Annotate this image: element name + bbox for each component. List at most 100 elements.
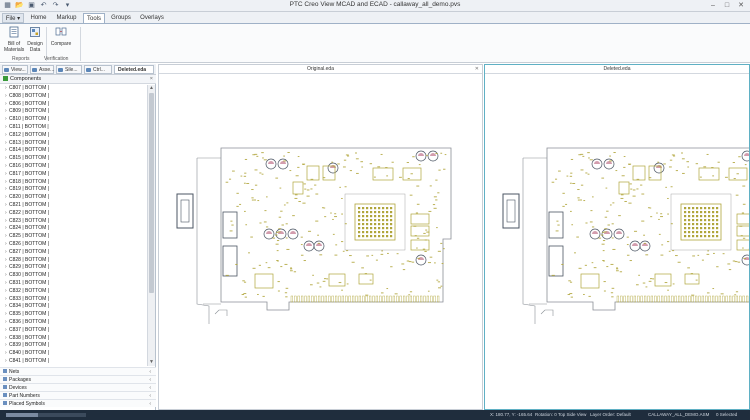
list-item[interactable]: › C819 | BOTTOM | <box>0 186 148 194</box>
panel-sections: Nets ‹ Packages ‹ Devices ‹ Part Numbers ‹ Place… <box>0 367 156 407</box>
list-item[interactable]: › C818 | BOTTOM | <box>0 179 148 187</box>
list-item[interactable]: › C822 | BOTTOM | <box>0 210 148 218</box>
status-view: Top Side View <box>558 412 587 417</box>
list-item[interactable]: › C840 | BOTTOM | <box>0 350 148 358</box>
pcb-drawing-original <box>176 147 452 324</box>
list-item-label: C816 | BOTTOM | <box>9 162 50 169</box>
expand-icon[interactable]: ‹ <box>149 400 151 408</box>
bill-of-materials-icon <box>9 26 19 38</box>
panel-toolbar: View... Asse... Sile... Ctrl... Deleted.… <box>0 64 156 75</box>
scroll-down-icon[interactable]: ▼ <box>148 359 155 366</box>
design-data-button[interactable]: Design Data <box>26 26 44 53</box>
viewport-title-text: Deleted.eda <box>603 66 631 72</box>
list-item[interactable]: › C814 | BOTTOM | <box>0 147 148 155</box>
compare-label: Compare <box>50 41 72 47</box>
tab-file[interactable]: File ▾ <box>2 13 24 23</box>
list-item[interactable]: › C806 | BOTTOM | <box>0 101 148 109</box>
panel-tab-assembly[interactable]: Asse... <box>30 65 54 74</box>
panel-section[interactable]: Placed Symbols ‹ <box>0 399 156 407</box>
list-item-label: C806 | BOTTOM | <box>9 100 50 107</box>
scroll-thumb[interactable] <box>149 93 154 293</box>
pcb-board <box>176 147 452 324</box>
compare-button[interactable]: Compare <box>49 26 73 47</box>
tab-overlays[interactable]: Overlays <box>137 13 167 23</box>
group-label-reports: Reports <box>12 56 30 62</box>
panel-section[interactable]: Nets ‹ <box>0 367 156 375</box>
bom-button[interactable]: Bill of Materials <box>4 26 24 53</box>
list-item[interactable]: › C823 | BOTTOM | <box>0 218 148 226</box>
components-header[interactable]: Components × <box>0 75 156 84</box>
list-item[interactable]: › C826 | BOTTOM | <box>0 241 148 249</box>
viewport-original[interactable]: Original.eda ✕ <box>158 64 483 410</box>
list-item[interactable]: › C808 | BOTTOM | <box>0 93 148 101</box>
list-item[interactable]: › C831 | BOTTOM | <box>0 280 148 288</box>
section-icon <box>3 401 7 405</box>
list-item-label: C819 | BOTTOM | <box>9 186 50 193</box>
collapse-icon[interactable]: × <box>150 75 153 84</box>
list-item-label: C824 | BOTTOM | <box>9 225 50 232</box>
panel-tab-view[interactable]: View... <box>2 65 28 74</box>
components-tree[interactable]: › C807 | BOTTOM | › C808 | BOTTOM | › C806 | … <box>0 85 148 366</box>
list-item[interactable]: › C811 | BOTTOM | <box>0 124 148 132</box>
list-item-label: C810 | BOTTOM | <box>9 116 50 123</box>
list-item[interactable]: › C817 | BOTTOM | <box>0 171 148 179</box>
list-item[interactable]: › C838 | BOTTOM | <box>0 335 148 343</box>
list-item[interactable]: › C821 | BOTTOM | <box>0 202 148 210</box>
ribbon: Bill of Materials Design Data Compare Re… <box>0 23 750 63</box>
list-item[interactable]: › C839 | BOTTOM | <box>0 342 148 350</box>
viewport-deleted[interactable]: Deleted.eda <box>484 64 750 410</box>
panel-section[interactable]: Devices ‹ <box>0 383 156 391</box>
pcb-board <box>502 147 749 324</box>
list-item[interactable]: › C829 | BOTTOM | <box>0 264 148 272</box>
list-item[interactable]: › C810 | BOTTOM | <box>0 116 148 124</box>
list-item[interactable]: › C832 | BOTTOM | <box>0 288 148 296</box>
maximize-icon[interactable]: □ <box>720 0 734 11</box>
panel-section[interactable]: Part Numbers ‹ <box>0 391 156 399</box>
ribbon-separator <box>80 27 81 61</box>
list-item[interactable]: › C813 | BOTTOM | <box>0 140 148 148</box>
list-item-label: C838 | BOTTOM | <box>9 334 50 341</box>
status-rotation: Rotation: 0 <box>535 412 557 417</box>
list-item[interactable]: › C841 | BOTTOM | <box>0 358 148 366</box>
list-item[interactable]: › C837 | BOTTOM | <box>0 327 148 335</box>
list-item[interactable]: › C812 | BOTTOM | <box>0 132 148 140</box>
list-item[interactable]: › C816 | BOTTOM | <box>0 163 148 171</box>
tab-groups[interactable]: Groups <box>109 13 133 23</box>
list-item[interactable]: › C820 | BOTTOM | <box>0 194 148 202</box>
list-item[interactable]: › C815 | BOTTOM | <box>0 155 148 163</box>
minimize-icon[interactable]: – <box>706 0 720 11</box>
list-item[interactable]: › C834 | BOTTOM | <box>0 303 148 311</box>
list-item[interactable]: › C807 | BOTTOM | <box>0 85 148 93</box>
list-item[interactable]: › C825 | BOTTOM | <box>0 233 148 241</box>
list-item-label: C836 | BOTTOM | <box>9 318 50 325</box>
list-item[interactable]: › C824 | BOTTOM | <box>0 225 148 233</box>
list-item-label: C822 | BOTTOM | <box>9 209 50 216</box>
list-item-label: C821 | BOTTOM | <box>9 201 50 208</box>
list-item[interactable]: › C835 | BOTTOM | <box>0 311 148 319</box>
list-item[interactable]: › C828 | BOTTOM | <box>0 257 148 265</box>
tab-tools[interactable]: Tools <box>83 13 105 23</box>
panel-section[interactable]: Packages ‹ <box>0 375 156 383</box>
compare-icon <box>55 27 67 36</box>
tree-scrollbar[interactable]: ▲ ▼ <box>147 85 155 366</box>
tab-home[interactable]: Home <box>28 13 49 23</box>
panel-tab-silk[interactable]: Sile... <box>56 65 82 74</box>
tab-markup[interactable]: Markup <box>53 13 80 23</box>
scroll-up-icon[interactable]: ▲ <box>148 85 155 92</box>
close-icon[interactable]: ✕ <box>734 0 748 11</box>
list-item[interactable]: › C833 | BOTTOM | <box>0 296 148 304</box>
list-item[interactable]: › C809 | BOTTOM | <box>0 108 148 116</box>
status-selection: 0 Selected <box>716 412 738 417</box>
panel-tab-deleted[interactable]: Deleted.eda <box>114 65 154 74</box>
list-item[interactable]: › C827 | BOTTOM | <box>0 249 148 257</box>
list-item[interactable]: › C830 | BOTTOM | <box>0 272 148 280</box>
status-layer-order: Layer Order: Default <box>590 412 631 417</box>
list-item[interactable]: › C836 | BOTTOM | <box>0 319 148 327</box>
close-viewport-icon[interactable]: ✕ <box>475 65 479 74</box>
section-label: Placed Symbols <box>9 401 45 407</box>
list-item-label: C825 | BOTTOM | <box>9 233 50 240</box>
section-icon <box>3 385 7 389</box>
list-item-label: C817 | BOTTOM | <box>9 170 50 177</box>
progress-bar <box>6 413 86 417</box>
panel-tab-ctrl[interactable]: Ctrl... <box>84 65 112 74</box>
